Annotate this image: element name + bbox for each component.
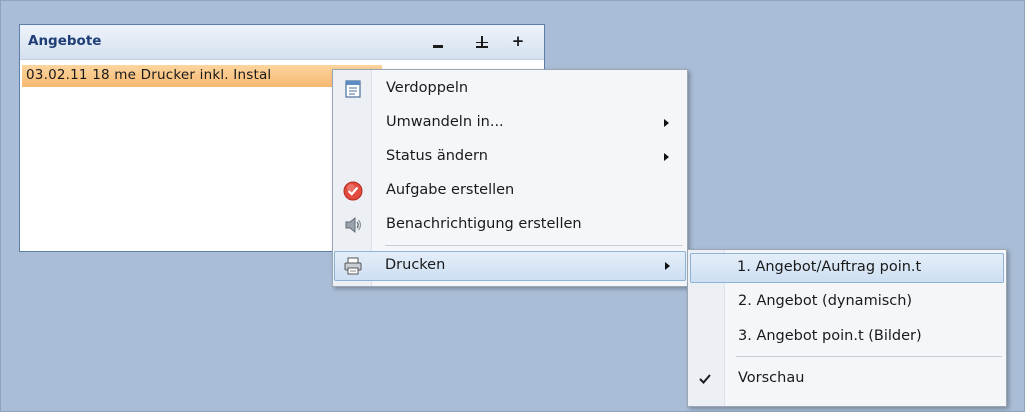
menu-item-drucken[interactable]: Drucken <box>334 251 686 281</box>
menu-item-label: Umwandeln in... <box>386 114 504 130</box>
speaker-icon <box>343 215 363 235</box>
duplicate-icon <box>343 79 363 99</box>
context-menu: Verdoppeln Umwandeln in... Status ändern… <box>332 69 688 287</box>
menu-item-label: 2. Angebot (dynamisch) <box>738 293 913 309</box>
submenu-arrow-icon <box>664 119 669 127</box>
submenu-arrow-icon <box>665 262 670 270</box>
menu-item-status-aendern[interactable]: Status ändern <box>335 142 685 172</box>
menu-item-verdoppeln[interactable]: Verdoppeln <box>335 74 685 104</box>
menu-item-label: Verdoppeln <box>386 80 469 96</box>
menu-item-umwandeln[interactable]: Umwandeln in... <box>335 108 685 138</box>
menu-item-label: Drucken <box>385 257 446 273</box>
menu-item-benachrichtigung[interactable]: Benachrichtigung erstellen <box>335 210 685 240</box>
submenu-item-vorschau[interactable]: Vorschau <box>690 364 1004 394</box>
record-text: 03.02.11 18 me Drucker inkl. Instal <box>26 67 272 83</box>
print-submenu: 1. Angebot/Auftrag poin.t 2. Angebot (dy… <box>687 249 1007 407</box>
printer-icon <box>343 256 363 276</box>
submenu-item-angebot-auftrag[interactable]: 1. Angebot/Auftrag poin.t <box>690 253 1004 283</box>
checkmark-icon <box>696 370 714 388</box>
menu-item-label: Vorschau <box>738 370 805 386</box>
table-row[interactable]: 03.02.11 18 me Drucker inkl. Instal <box>22 65 382 87</box>
pin-icon[interactable] <box>470 29 492 53</box>
menu-separator <box>385 245 683 246</box>
menu-item-label: 1. Angebot/Auftrag poin.t <box>737 259 922 275</box>
menu-item-label: 3. Angebot poin.t (Bilder) <box>738 328 922 344</box>
task-check-icon <box>343 181 363 201</box>
submenu-arrow-icon <box>664 153 669 161</box>
menu-item-label: Aufgabe erstellen <box>386 182 515 198</box>
submenu-item-angebot-bilder[interactable]: 3. Angebot poin.t (Bilder) <box>690 322 1004 352</box>
submenu-item-angebot-dynamisch[interactable]: 2. Angebot (dynamisch) <box>690 287 1004 317</box>
panel-header: Angebote + <box>20 25 544 60</box>
menu-item-label: Status ändern <box>386 148 488 164</box>
menu-separator <box>736 356 1002 357</box>
minimize-button[interactable] <box>427 29 449 53</box>
panel-title: Angebote <box>28 33 102 49</box>
menu-item-label: Benachrichtigung erstellen <box>386 216 582 232</box>
add-button[interactable]: + <box>507 29 529 53</box>
menu-item-aufgabe-erstellen[interactable]: Aufgabe erstellen <box>335 176 685 206</box>
